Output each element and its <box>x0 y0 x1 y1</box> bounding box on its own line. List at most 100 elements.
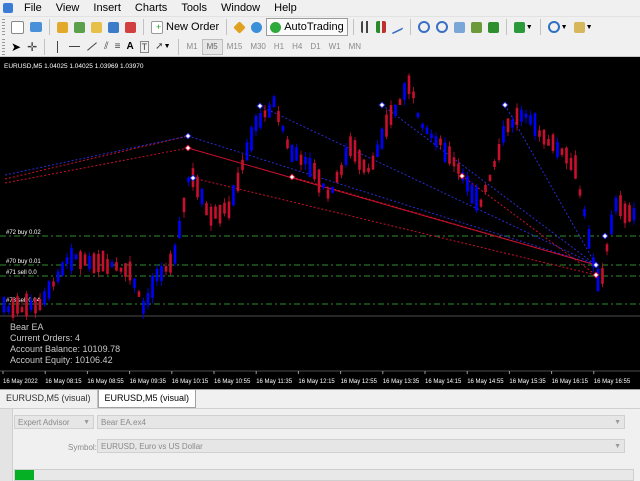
zoom-in-button[interactable] <box>416 18 432 36</box>
terminal-button[interactable] <box>106 18 121 36</box>
candle-body <box>547 139 550 146</box>
timeframe-w1[interactable]: W1 <box>325 40 345 54</box>
fibonacci-tool[interactable]: ≡ <box>113 38 123 56</box>
order-connector-line <box>381 104 597 266</box>
cursor-tool[interactable]: ➤ <box>9 38 23 56</box>
channel-tool[interactable]: ⫽ <box>102 38 110 56</box>
bar-chart-button[interactable] <box>359 18 372 36</box>
candle-body <box>416 113 420 118</box>
text-tool[interactable]: A <box>124 38 135 56</box>
menu-window[interactable]: Window <box>214 0 267 16</box>
ea-account-equity: Account Equity: 10106.42 <box>10 355 113 365</box>
periods-button[interactable]: ▼ <box>546 18 570 36</box>
candle-body <box>164 266 168 272</box>
chart-shift-icon <box>470 21 482 33</box>
order-marker[interactable] <box>256 102 264 110</box>
arrows-tool[interactable]: ➚ ▼ <box>153 38 172 56</box>
ea-account-balance: Account Balance: 10109.78 <box>10 344 120 354</box>
autotrading-button[interactable]: AutoTrading <box>266 18 348 36</box>
new-chart-button[interactable] <box>9 18 26 36</box>
candle-body <box>439 138 442 146</box>
zoom-out-button[interactable] <box>434 18 450 36</box>
crosshair-tool[interactable]: ✛ <box>25 38 39 56</box>
order-label: #71 sell 0.0 <box>6 270 37 276</box>
tester-mode-select[interactable]: Expert Advisor ▼ <box>14 415 94 429</box>
chart-shift-button[interactable] <box>469 18 484 36</box>
timeframe-m5[interactable]: M5 <box>201 38 223 55</box>
chart-tab-active[interactable]: EURUSD,M5 (visual) <box>97 390 197 408</box>
arrows-icon: ➚ <box>155 41 164 52</box>
market-watch-button[interactable] <box>55 18 70 36</box>
candle-body <box>452 157 456 167</box>
menu-file[interactable]: File <box>17 0 49 16</box>
time-label: 16 May 12:15 <box>298 379 335 385</box>
autotrading-play-icon <box>270 21 282 33</box>
timeframe-mn[interactable]: MN <box>345 40 365 54</box>
candle-body <box>313 162 316 180</box>
order-marker[interactable] <box>184 144 192 152</box>
candle-body <box>34 298 37 314</box>
candle-body <box>56 271 60 282</box>
horizontal-line-tool[interactable] <box>67 38 82 56</box>
line-chart-button[interactable] <box>390 18 405 36</box>
auto-scroll-button[interactable] <box>486 18 501 36</box>
price-chart[interactable]: EURUSD,M5 1.04025 1.04025 1.03969 1.0397… <box>0 57 640 389</box>
time-label: 16 May 11:35 <box>256 379 293 385</box>
vertical-line-tool[interactable] <box>50 38 65 56</box>
candles <box>2 73 636 321</box>
candle-body <box>286 139 289 149</box>
profiles-button[interactable] <box>28 18 44 36</box>
strategy-tester-button[interactable] <box>123 18 138 36</box>
navigator-button[interactable] <box>89 18 104 36</box>
order-marker[interactable] <box>288 173 296 181</box>
order-marker[interactable] <box>189 174 197 182</box>
order-marker[interactable] <box>501 101 509 109</box>
menu-view[interactable]: View <box>49 0 87 16</box>
order-marker[interactable] <box>184 132 192 140</box>
candle-body <box>236 172 240 192</box>
data-window-button[interactable] <box>72 18 87 36</box>
chevron-down-icon: ▼ <box>560 23 568 31</box>
profiles-icon <box>30 22 42 32</box>
candle-body <box>556 142 559 158</box>
candle-body <box>583 208 586 217</box>
expert-select[interactable]: Bear EA.ex4 ▼ <box>97 415 625 429</box>
tester-mode-value: Expert Advisor <box>18 418 70 427</box>
timeframe-m1[interactable]: M1 <box>183 40 202 54</box>
toolbar-separator <box>539 19 541 35</box>
menu-help[interactable]: Help <box>267 0 304 16</box>
candle-body <box>133 278 136 288</box>
candle-body <box>151 275 154 298</box>
new-order-button[interactable]: + New Order <box>149 18 221 36</box>
tile-windows-button[interactable] <box>452 18 467 36</box>
candle-body <box>421 123 424 129</box>
chart-tab[interactable]: EURUSD,M5 (visual) <box>0 390 98 408</box>
order-marker[interactable] <box>378 101 386 109</box>
timeframe-h1[interactable]: H1 <box>270 40 288 54</box>
time-label: 16 May 13:35 <box>383 379 420 385</box>
timeframe-d1[interactable]: D1 <box>306 40 324 54</box>
candle-body <box>25 293 28 317</box>
candle-body <box>92 253 96 274</box>
menu-tools[interactable]: Tools <box>174 0 214 16</box>
new-chart-icon <box>11 20 24 34</box>
templates-button[interactable]: ▼ <box>572 18 595 36</box>
timeframe-m30[interactable]: M30 <box>246 40 270 54</box>
metaeditor-button[interactable] <box>232 18 247 36</box>
indicators-button[interactable]: ▼ <box>512 18 535 36</box>
signals-button[interactable] <box>249 18 264 36</box>
candlestick-button[interactable] <box>374 18 388 36</box>
order-connector-line <box>4 135 189 180</box>
timeframe-m15[interactable]: M15 <box>223 40 247 54</box>
label-tool[interactable]: T <box>138 38 152 56</box>
order-marker[interactable] <box>601 232 609 240</box>
timeframe-h4[interactable]: H4 <box>288 40 306 54</box>
candle-body <box>241 159 244 171</box>
trendline-tool[interactable] <box>84 38 100 56</box>
symbol-select[interactable]: EURUSD, Euro vs US Dollar ▼ <box>97 439 625 453</box>
time-label: 16 May 10:55 <box>214 379 251 385</box>
menu-charts[interactable]: Charts <box>128 0 174 16</box>
chart-canvas[interactable]: EURUSD,M5 1.04025 1.04025 1.03969 1.0397… <box>0 57 640 389</box>
menu-insert[interactable]: Insert <box>86 0 128 16</box>
time-label: 16 May 14:55 <box>467 379 504 385</box>
